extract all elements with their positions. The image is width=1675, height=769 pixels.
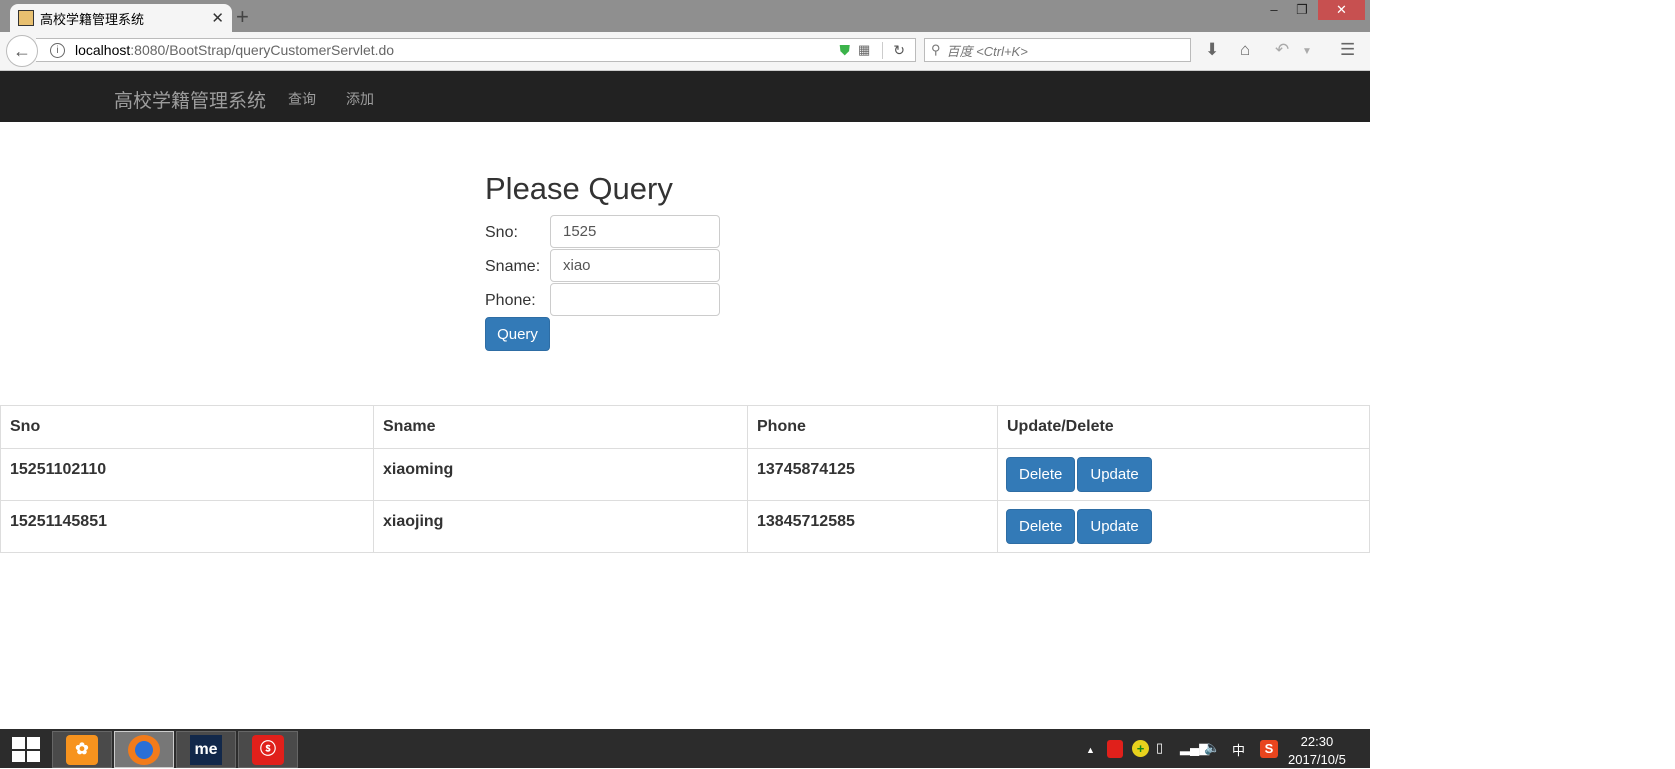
dropdown-arrow-icon[interactable]: ▼: [1302, 46, 1312, 57]
browser-tab[interactable]: 高校学籍管理系统 ✕: [10, 4, 232, 32]
table-header-row: Sno Sname Phone Update/Delete: [0, 405, 1370, 449]
shield-icon[interactable]: ⛊: [839, 42, 850, 59]
reload-icon[interactable]: ↻: [882, 41, 915, 59]
me-icon: me: [190, 734, 222, 765]
volume-icon[interactable]: 🔈: [1204, 740, 1220, 756]
back-button[interactable]: ←: [6, 35, 38, 67]
taskbar-app-netease-music[interactable]: ⓢ: [238, 731, 298, 768]
undo-icon[interactable]: ↶: [1275, 40, 1289, 60]
phone-label: Phone:: [485, 292, 536, 309]
table-row: 15251145851 xiaojing 13845712585 Delete U…: [0, 500, 1370, 553]
minimize-button[interactable]: –: [1262, 0, 1286, 20]
sname-input[interactable]: [550, 249, 720, 282]
nav-link-add[interactable]: 添加: [346, 89, 374, 109]
cell-actions: Delete Update: [997, 448, 1370, 501]
url-host: localhost: [75, 42, 131, 58]
phone-input[interactable]: [550, 283, 720, 316]
netease-tray-icon[interactable]: [1107, 740, 1123, 758]
cell-sno: 15251102110: [0, 448, 374, 501]
new-tab-button[interactable]: +: [236, 4, 249, 30]
delete-button[interactable]: Delete: [1006, 509, 1076, 544]
navbar-brand[interactable]: 高校学籍管理系统: [114, 86, 266, 113]
sno-label: Sno:: [485, 224, 518, 241]
nav-link-query[interactable]: 查询: [288, 89, 316, 109]
address-bar[interactable]: i localhost :8080/BootStrap/queryCustome…: [36, 38, 916, 62]
tab-close-icon[interactable]: ✕: [211, 9, 224, 27]
clock-date: 2017/10/5: [1288, 752, 1346, 767]
uc-browser-icon: ✿: [66, 734, 98, 765]
cell-sname: xiaoming: [373, 448, 748, 501]
cell-actions: Delete Update: [997, 500, 1370, 553]
taskbar-app-firefox[interactable]: [114, 731, 174, 768]
sname-label: Sname:: [485, 258, 541, 275]
taskbar-app-me[interactable]: me: [176, 731, 236, 768]
tab-title: 高校学籍管理系统: [40, 11, 145, 27]
clock[interactable]: 22:30 2017/10/5: [1288, 733, 1346, 769]
clock-time: 22:30: [1300, 734, 1334, 749]
cell-sname: xiaojing: [373, 500, 748, 553]
query-button[interactable]: Query: [485, 317, 550, 351]
header-sno: Sno: [0, 405, 374, 449]
security-tray-icon[interactable]: +: [1132, 740, 1149, 757]
netease-music-icon: ⓢ: [252, 734, 284, 765]
delete-button[interactable]: Delete: [1006, 457, 1076, 492]
battery-icon[interactable]: ▯: [1156, 740, 1163, 756]
cell-sno: 15251145851: [0, 500, 374, 553]
header-phone: Phone: [747, 405, 998, 449]
restore-button[interactable]: ❐: [1290, 0, 1314, 20]
home-icon[interactable]: ⌂: [1240, 40, 1250, 60]
header-actions: Update/Delete: [997, 405, 1370, 449]
windows-start-icon[interactable]: [12, 737, 40, 762]
url-path: :8080/BootStrap/queryCustomerServlet.do: [130, 42, 395, 58]
sogou-ime-icon[interactable]: S: [1260, 740, 1278, 758]
menu-icon[interactable]: ☰: [1340, 40, 1355, 60]
search-icon: ⚲: [931, 42, 941, 57]
results-table: Sno Sname Phone Update/Delete 1525110211…: [0, 405, 1370, 553]
close-window-button[interactable]: ✕: [1318, 0, 1365, 20]
download-icon[interactable]: ⬇: [1205, 40, 1219, 60]
header-sname: Sname: [373, 405, 748, 449]
qr-code-icon[interactable]: ▦: [858, 42, 870, 58]
update-button[interactable]: Update: [1077, 457, 1152, 492]
search-input[interactable]: ⚲ 百度 <Ctrl+K>: [924, 38, 1191, 62]
favicon-icon: [18, 10, 34, 26]
search-placeholder: 百度 <Ctrl+K>: [946, 43, 1028, 59]
cell-phone: 13845712585: [747, 500, 998, 553]
info-icon[interactable]: i: [50, 42, 65, 58]
taskbar-app-uc-browser[interactable]: ✿: [52, 731, 112, 768]
table-row: 15251102110 xiaoming 13745874125 Delete U…: [0, 448, 1370, 501]
update-button[interactable]: Update: [1077, 509, 1152, 544]
cell-phone: 13745874125: [747, 448, 998, 501]
show-hidden-icons[interactable]: ▲: [1086, 745, 1095, 755]
firefox-icon: [128, 734, 160, 765]
ime-indicator[interactable]: 中: [1232, 740, 1245, 759]
page-title: Please Query: [485, 171, 673, 206]
sno-input[interactable]: [550, 215, 720, 248]
